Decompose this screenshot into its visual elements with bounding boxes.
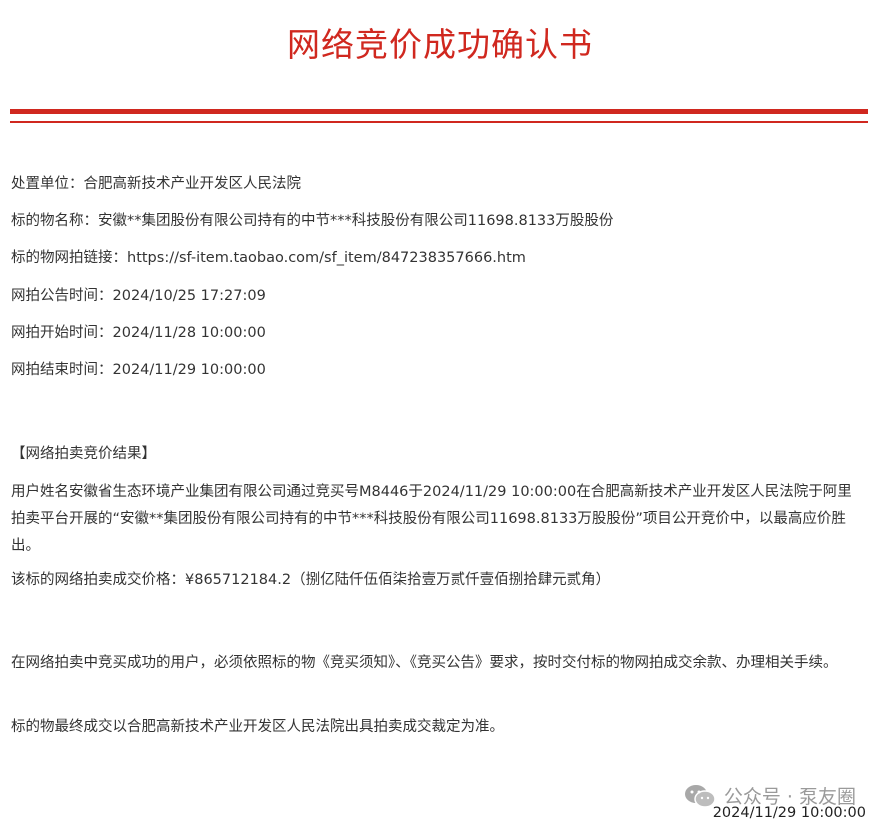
start-time: 网拍开始时间：2024/11/28 10:00:00	[11, 325, 266, 341]
footer-date: 2024/11/29 10:00:00	[712, 805, 866, 821]
item-link[interactable]: 标的物网拍链接：https://sf-item.taobao.com/sf_it…	[11, 247, 526, 269]
result-paragraph: 用户姓名安徽省生态环境产业集团有限公司通过竞买号M8446于2024/11/29…	[11, 484, 852, 554]
item-name: 标的物名称：安徽**集团股份有限公司持有的中节***科技股份有限公司11698.…	[11, 213, 614, 229]
notice-paragraph: 在网络拍卖中竞买成功的用户，必须依照标的物《竞买须知》、《竞买公告》要求，按时交…	[11, 655, 838, 671]
result-heading: 【网络拍卖竞价结果】	[11, 446, 156, 462]
page-title: 网络竞价成功确认书	[287, 25, 593, 64]
end-time: 网拍结束时间：2024/11/29 10:00:00	[11, 362, 266, 378]
wechat-icon	[684, 784, 716, 808]
final-price: 该标的网络拍卖成交价格：¥865712184.2（捌亿陆仟伍佰柒拾壹万贰仟壹佰捌…	[11, 572, 611, 588]
final-notice: 标的物最终成交以合肥高新技术产业开发区人民法院出具拍卖成交裁定为准。	[11, 719, 504, 735]
announce-time: 网拍公告时间：2024/10/25 17:27:09	[11, 288, 266, 304]
title-divider-thick	[10, 109, 868, 114]
title-divider-thin	[10, 121, 868, 123]
disposal-unit: 处置单位：合肥高新技术产业开发区人民法院	[11, 176, 301, 192]
